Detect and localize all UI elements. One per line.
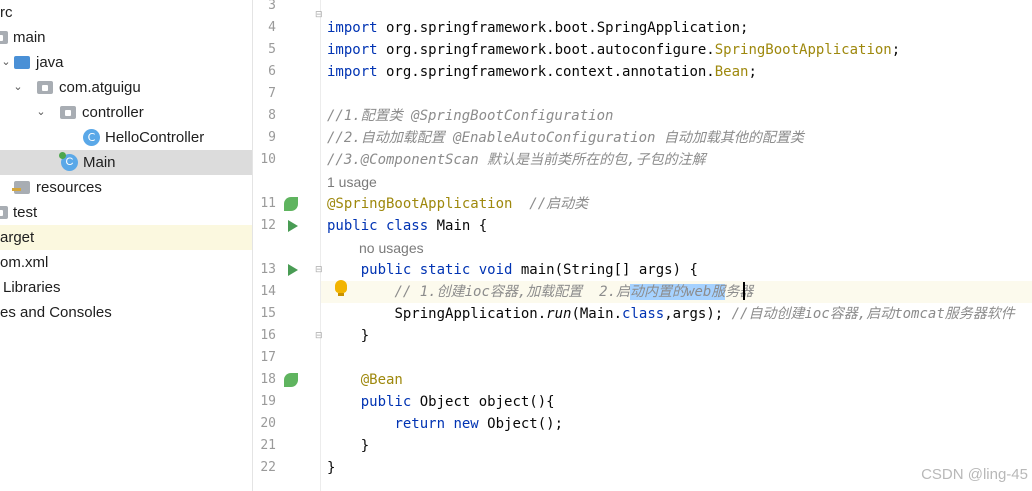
run-icon[interactable] (288, 264, 298, 276)
code-line-15[interactable]: SpringApplication.run(Main.class,args); … (327, 303, 1014, 325)
line-number: 11 (260, 196, 276, 211)
line-number: 19 (260, 394, 276, 409)
line-number: 7 (268, 86, 276, 101)
code-line-4[interactable]: import org.springframework.boot.SpringAp… (327, 17, 748, 39)
usage-hint[interactable]: no usages (359, 237, 424, 259)
code-line-8[interactable]: //1.配置类 @SpringBootConfiguration (327, 105, 613, 127)
code-line-9[interactable]: //2.自动加载配置 @EnableAutoConfiguration 自动加载… (327, 127, 804, 149)
gutter-separator (320, 0, 321, 491)
watermark: CSDN @ling-45 (921, 466, 1028, 483)
code-line-19[interactable]: public Object object(){ (327, 391, 555, 413)
fold-icon[interactable]: ⊟ (315, 11, 323, 20)
line-number: 10 (260, 152, 276, 167)
code-line-13[interactable]: public static void main(String[] args) { (327, 259, 698, 281)
package-icon (60, 106, 76, 119)
tree-item-hellocontroller[interactable]: C HelloController (0, 125, 252, 150)
code-line-16[interactable]: } (327, 325, 369, 347)
line-number: 5 (268, 42, 276, 57)
resources-folder-icon (12, 181, 30, 194)
chevron-down-icon[interactable]: ⌄ (0, 50, 12, 75)
folder-icon (0, 31, 8, 44)
tree-item-test[interactable]: test (0, 200, 252, 225)
package-icon (37, 81, 53, 94)
code-line-14[interactable]: // 1.创建ioc容器,加载配置 2.启动内置的web服务器 (321, 281, 1032, 303)
tree-item-main-class[interactable]: C Main (0, 150, 252, 175)
tree-item-pom-xml[interactable]: om.xml (0, 250, 252, 275)
tree-item-controller[interactable]: ⌄ controller (0, 100, 252, 125)
code-line-6[interactable]: import org.springframework.context.annot… (327, 61, 757, 83)
tree-item-scratches-and-consoles[interactable]: es and Consoles (0, 300, 252, 325)
tree-item-src[interactable]: rc (0, 0, 252, 25)
line-number: 12 (260, 218, 276, 233)
line-number: 6 (268, 64, 276, 79)
code-line-10[interactable]: //3.@ComponentScan 默认是当前类所在的包,子包的注解 (327, 149, 706, 171)
run-icon[interactable] (288, 220, 298, 232)
source-folder-icon (14, 56, 30, 69)
tree-item-resources[interactable]: resources (0, 175, 252, 200)
line-number: 22 (260, 460, 276, 475)
code-line-22[interactable]: } (327, 457, 335, 479)
fold-icon[interactable]: ⊟ (315, 266, 323, 275)
line-number: 16 (260, 328, 276, 343)
code-line-21[interactable]: } (327, 435, 369, 457)
line-number: 18 (260, 372, 276, 387)
code-line-18[interactable]: @Bean (327, 369, 403, 391)
text-selection: 动内置的web服 (630, 284, 726, 300)
spring-boot-app-icon[interactable] (284, 197, 298, 211)
code-line-12[interactable]: public class Main { (327, 215, 487, 237)
tree-item-com-atguigu[interactable]: ⌄ com.atguigu (0, 75, 252, 100)
usage-hint[interactable]: 1 usage (327, 171, 377, 193)
text-caret (743, 282, 745, 300)
tree-item-java[interactable]: ⌄ java (0, 50, 252, 75)
code-line-20[interactable]: return new Object(); (327, 413, 563, 435)
line-number: 21 (260, 438, 276, 453)
java-class-icon: C (83, 129, 100, 146)
fold-icon[interactable]: ⊟ (315, 332, 323, 341)
line-number: 8 (268, 108, 276, 123)
code-line-11[interactable]: @SpringBootApplication //启动类 (327, 193, 588, 215)
line-number: 17 (260, 350, 276, 365)
spring-bean-icon[interactable] (284, 373, 298, 387)
line-number: 20 (260, 416, 276, 431)
tree-item-target[interactable]: arget (0, 225, 252, 250)
line-number: 13 (260, 262, 276, 277)
tree-item-main[interactable]: main (0, 25, 252, 50)
line-number: 9 (268, 130, 276, 145)
project-tree: rc main ⌄ java ⌄ com.atguigu ⌄ controlle… (0, 0, 252, 491)
line-number: 4 (268, 20, 276, 35)
code-line-5[interactable]: import org.springframework.boot.autoconf… (327, 39, 900, 61)
line-number: 15 (260, 306, 276, 321)
lightbulb-icon[interactable] (335, 280, 347, 296)
folder-icon (0, 206, 8, 219)
spring-class-icon: C (59, 152, 78, 171)
chevron-down-icon[interactable]: ⌄ (35, 100, 47, 125)
line-number: 14 (260, 284, 276, 299)
tree-item-external-libraries[interactable]: Libraries (0, 275, 252, 300)
chevron-down-icon[interactable]: ⌄ (12, 75, 24, 100)
line-number: 3 (268, 0, 276, 13)
